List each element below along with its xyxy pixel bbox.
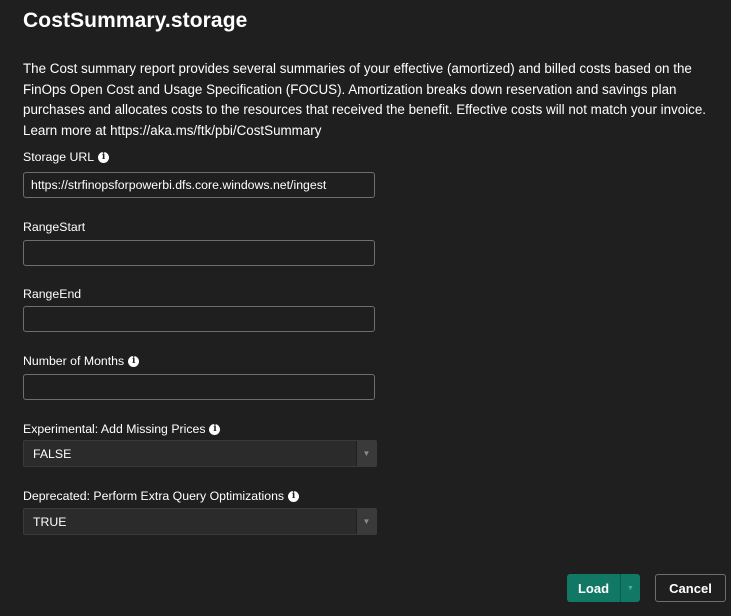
info-icon[interactable]: i (98, 151, 110, 163)
add-missing-prices-value: FALSE (33, 446, 72, 461)
range-end-label-text: RangeEnd (23, 287, 82, 301)
add-missing-prices-label-text: Experimental: Add Missing Prices (23, 422, 206, 436)
add-missing-prices-label: Experimental: Add Missing Prices i (23, 422, 221, 436)
parameters-dialog: CostSummary.storage The Cost summary rep… (0, 0, 731, 616)
extra-query-optimizations-label: Deprecated: Perform Extra Query Optimiza… (23, 489, 300, 503)
cancel-button[interactable]: Cancel (655, 574, 726, 602)
dialog-title: CostSummary.storage (23, 9, 248, 32)
load-button-group: Load ▼ (567, 574, 640, 602)
number-of-months-label-text: Number of Months (23, 354, 125, 368)
chevron-down-icon[interactable]: ▼ (356, 441, 376, 466)
range-start-input[interactable] (23, 240, 375, 266)
range-start-label: RangeStart (23, 220, 85, 234)
info-icon[interactable]: i (128, 355, 140, 367)
storage-url-label-text: Storage URL (23, 150, 95, 164)
range-end-label: RangeEnd (23, 287, 81, 301)
load-options-dropdown[interactable]: ▼ (620, 574, 640, 602)
range-start-label-text: RangeStart (23, 220, 86, 234)
extra-query-optimizations-select[interactable]: TRUE ▼ (23, 508, 377, 535)
storage-url-input[interactable] (23, 172, 375, 198)
extra-query-optimizations-value: TRUE (33, 514, 67, 529)
extra-query-optimizations-label-text: Deprecated: Perform Extra Query Optimiza… (23, 489, 285, 503)
load-button[interactable]: Load (567, 574, 620, 602)
storage-url-label: Storage URL i (23, 150, 110, 164)
range-end-input[interactable] (23, 306, 375, 332)
chevron-down-icon: ▼ (627, 584, 634, 592)
info-icon[interactable]: i (209, 423, 221, 435)
dialog-description: The Cost summary report provides several… (23, 61, 707, 138)
info-icon[interactable]: i (288, 490, 300, 502)
number-of-months-label: Number of Months i (23, 354, 140, 368)
chevron-down-icon[interactable]: ▼ (356, 509, 376, 534)
add-missing-prices-select[interactable]: FALSE ▼ (23, 440, 377, 467)
number-of-months-input[interactable] (23, 374, 375, 400)
